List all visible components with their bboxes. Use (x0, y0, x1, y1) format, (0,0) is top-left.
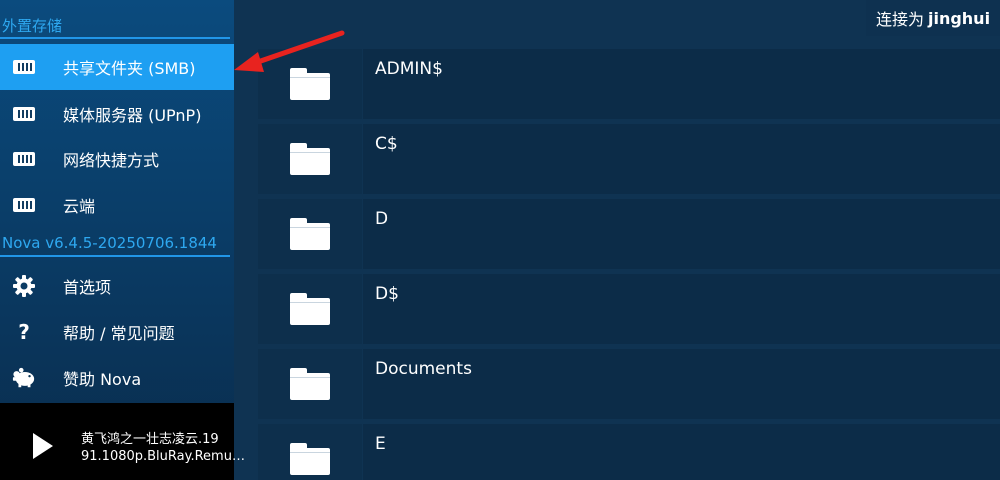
sidebar-item-network-shortcuts[interactable]: 网络快捷方式 (0, 136, 234, 182)
section-header-external-storage: 外置存储 (0, 15, 230, 39)
folder-name: D (375, 209, 389, 229)
sidebar-item-upnp[interactable]: 媒体服务器 (UPnP) (0, 91, 234, 137)
sidebar-item-donate[interactable]: 赞助 Nova (0, 355, 234, 401)
network-drive-icon (12, 104, 36, 124)
connection-status: 连接为 jinghui (866, 0, 1000, 36)
connection-prefix: 连接为 (875, 10, 924, 29)
folder-icon (258, 349, 362, 419)
sidebar-item-cloud[interactable]: 云端 (0, 182, 234, 228)
folder-icon (258, 199, 362, 269)
piggy-bank-icon (12, 367, 36, 388)
play-icon[interactable] (33, 433, 53, 459)
sidebar-item-label: 共享文件夹 (SMB) (63, 59, 196, 78)
app-version-header: Nova v6.4.5-20250706.1844 (0, 234, 230, 257)
folder-name: Documents (375, 359, 472, 379)
list-item[interactable]: D$ (258, 274, 1000, 344)
sidebar-item-preferences[interactable]: 首选项 (0, 263, 234, 309)
network-drive-icon (12, 57, 36, 77)
list-item[interactable]: C$ (258, 124, 1000, 194)
folder-name: C$ (375, 134, 398, 154)
sidebar-item-label: 首选项 (63, 278, 112, 297)
annotation-arrow-icon (234, 30, 345, 72)
list-item[interactable]: D (258, 199, 1000, 269)
now-playing-bar[interactable]: 黄飞鸿之一壮志凌云.19 91.1080p.BluRay.Remu… (0, 403, 245, 480)
network-drive-icon (12, 149, 36, 169)
list-item[interactable]: ADMIN$ (258, 49, 1000, 119)
sidebar-item-label: 云端 (63, 197, 96, 216)
gear-icon (12, 275, 36, 297)
folder-name: E (375, 434, 386, 454)
folder-name: D$ (375, 284, 399, 304)
list-item[interactable]: Documents (258, 349, 1000, 419)
connection-user: jinghui (927, 8, 991, 28)
folder-icon (258, 124, 362, 194)
sidebar-item-help-faq[interactable]: ? 帮助 / 常见问题 (0, 309, 234, 355)
folder-icon (258, 424, 362, 480)
app-window: 外置存储 共享文件夹 (SMB) 媒体服务器 (UPnP) 网络快捷方式 云端 … (0, 0, 1000, 480)
sidebar-item-label: 媒体服务器 (UPnP) (63, 106, 202, 125)
folder-icon (258, 274, 362, 344)
sidebar-item-label: 帮助 / 常见问题 (63, 324, 175, 343)
list-item[interactable]: E (258, 424, 1000, 480)
folder-name: ADMIN$ (375, 59, 443, 79)
network-drive-icon (12, 195, 36, 215)
sidebar-item-label: 网络快捷方式 (63, 151, 160, 170)
help-icon: ? (18, 320, 30, 344)
sidebar-item-smb[interactable]: 共享文件夹 (SMB) (0, 44, 234, 90)
sidebar-item-label: 赞助 Nova (63, 370, 142, 389)
now-playing-title: 黄飞鸿之一壮志凌云.19 91.1080p.BluRay.Remu… (81, 432, 245, 464)
